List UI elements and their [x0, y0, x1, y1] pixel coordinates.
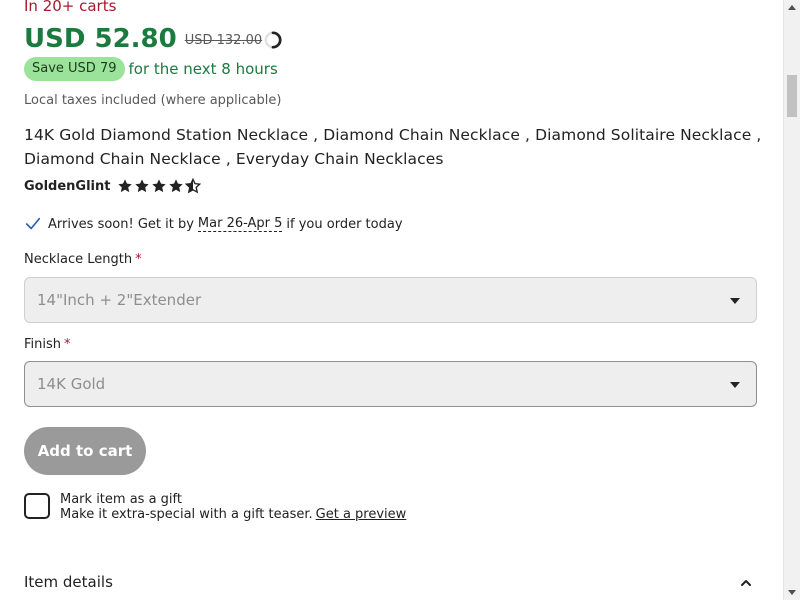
savings-timer: for the next 8 hours: [128, 60, 278, 78]
shop-row: GoldenGlint: [24, 178, 201, 194]
spinner-icon: [264, 31, 282, 49]
page: In 20+ carts USD 52.80 USD 132.00 Save U…: [0, 0, 800, 600]
gift-title: Mark item as a gift: [60, 492, 182, 507]
star-rating[interactable]: [117, 178, 201, 194]
required-marker: *: [135, 252, 142, 267]
delivery-estimate: Arrives soon! Get it by Mar 26-Apr 5 if …: [24, 215, 403, 233]
required-marker: *: [64, 337, 71, 352]
star-icon: [134, 179, 149, 193]
shop-name-link[interactable]: GoldenGlint: [24, 179, 111, 194]
delivery-date[interactable]: Mar 26-Apr 5: [197, 216, 283, 232]
taxes-note: Local taxes included (where applicable): [24, 93, 282, 108]
chevron-down-icon: [730, 382, 740, 388]
check-icon: [25, 217, 41, 230]
scroll-down-arrow-icon[interactable]: [788, 590, 796, 595]
delivery-prefix: Arrives soon! Get it by: [48, 216, 194, 232]
necklace-length-label-text: Necklace Length: [24, 252, 133, 267]
star-half-icon: [184, 178, 201, 194]
gift-subtitle: Make it extra-special with a gift teaser…: [60, 507, 406, 522]
gift-checkbox[interactable]: [24, 493, 50, 519]
item-details-title: Item details: [24, 573, 113, 591]
star-icon: [168, 179, 183, 193]
scrollbar-thumb[interactable]: [787, 75, 797, 117]
carts-count: In 20+ carts: [24, 0, 117, 15]
price-row: USD 52.80 USD 132.00: [24, 22, 282, 56]
add-to-cart-button[interactable]: Add to cart: [24, 427, 146, 475]
necklace-length-select[interactable]: 14"Inch + 2"Extender: [24, 277, 757, 323]
original-price: USD 132.00: [184, 32, 263, 48]
savings-badge: Save USD 79: [24, 57, 125, 81]
current-price: USD 52.80: [24, 24, 177, 54]
item-details-toggle[interactable]: Item details: [24, 573, 760, 595]
vertical-scrollbar[interactable]: [783, 0, 800, 600]
necklace-length-label: Necklace Length *: [24, 252, 142, 267]
chevron-down-icon: [730, 298, 740, 304]
product-title: 14K Gold Diamond Station Necklace , Diam…: [24, 126, 762, 168]
gift-preview-link[interactable]: Get a preview: [316, 507, 407, 522]
finish-label-text: Finish: [24, 337, 62, 352]
delivery-suffix: if you order today: [286, 216, 403, 232]
star-icon: [151, 179, 166, 193]
finish-select[interactable]: 14K Gold: [24, 361, 757, 407]
savings-row: Save USD 79 for the next 8 hours: [24, 57, 278, 81]
scroll-up-arrow-icon[interactable]: [788, 5, 796, 10]
finish-value: 14K Gold: [37, 375, 106, 393]
finish-label: Finish *: [24, 337, 71, 352]
chevron-up-icon: [741, 580, 751, 586]
star-icon: [117, 179, 132, 193]
gift-subtitle-text: Make it extra-special with a gift teaser…: [60, 507, 313, 522]
necklace-length-value: 14"Inch + 2"Extender: [37, 291, 202, 309]
